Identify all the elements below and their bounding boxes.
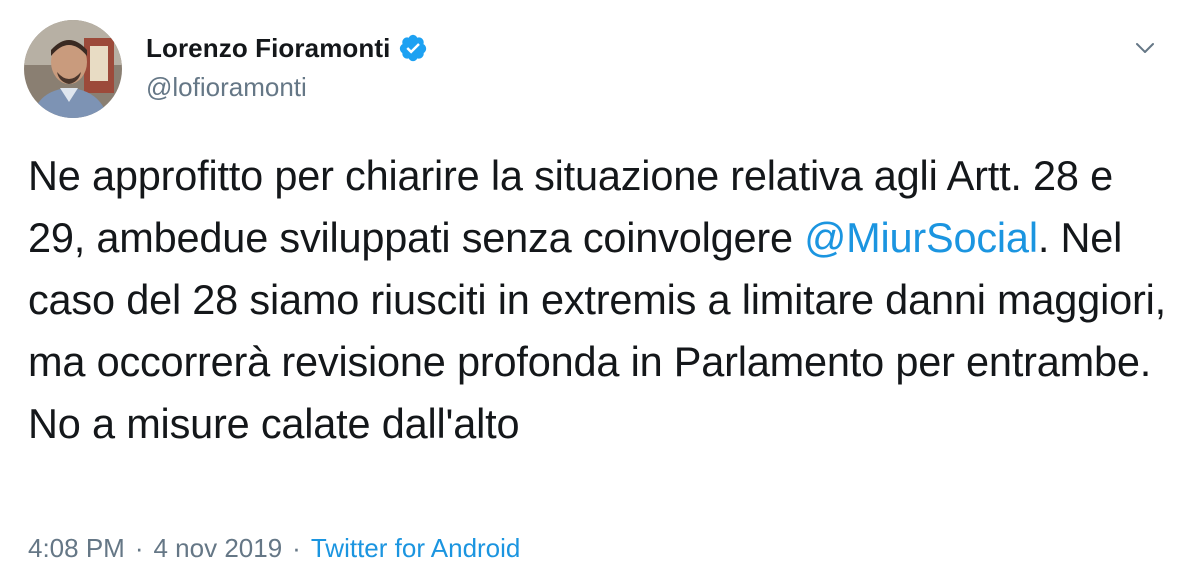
author-info: Lorenzo Fioramonti @lofioramonti — [146, 28, 428, 103]
avatar[interactable] — [24, 20, 122, 118]
tweet-text: Ne approfitto per chiarire la situazione… — [28, 145, 1168, 455]
meta-separator: · — [292, 533, 301, 563]
tweet-meta: 4:08 PM · 4 nov 2019 · Twitter for Andro… — [28, 533, 520, 564]
handle[interactable]: @lofioramonti — [146, 72, 428, 103]
meta-separator: · — [134, 533, 144, 563]
tweet-date[interactable]: 4 nov 2019 — [154, 533, 283, 564]
name-row: Lorenzo Fioramonti — [146, 28, 428, 68]
avatar-image — [24, 20, 122, 118]
chevron-down-icon[interactable] — [1133, 36, 1157, 60]
tweet-card: Lorenzo Fioramonti @lofioramonti Ne appr… — [0, 0, 1193, 577]
display-name[interactable]: Lorenzo Fioramonti — [146, 33, 390, 64]
verified-badge-icon — [398, 33, 428, 63]
tweet-time[interactable]: 4:08 PM — [28, 533, 125, 564]
source-link[interactable]: Twitter for Android — [311, 533, 521, 564]
mention-link[interactable]: @MiurSocial — [804, 214, 1038, 261]
